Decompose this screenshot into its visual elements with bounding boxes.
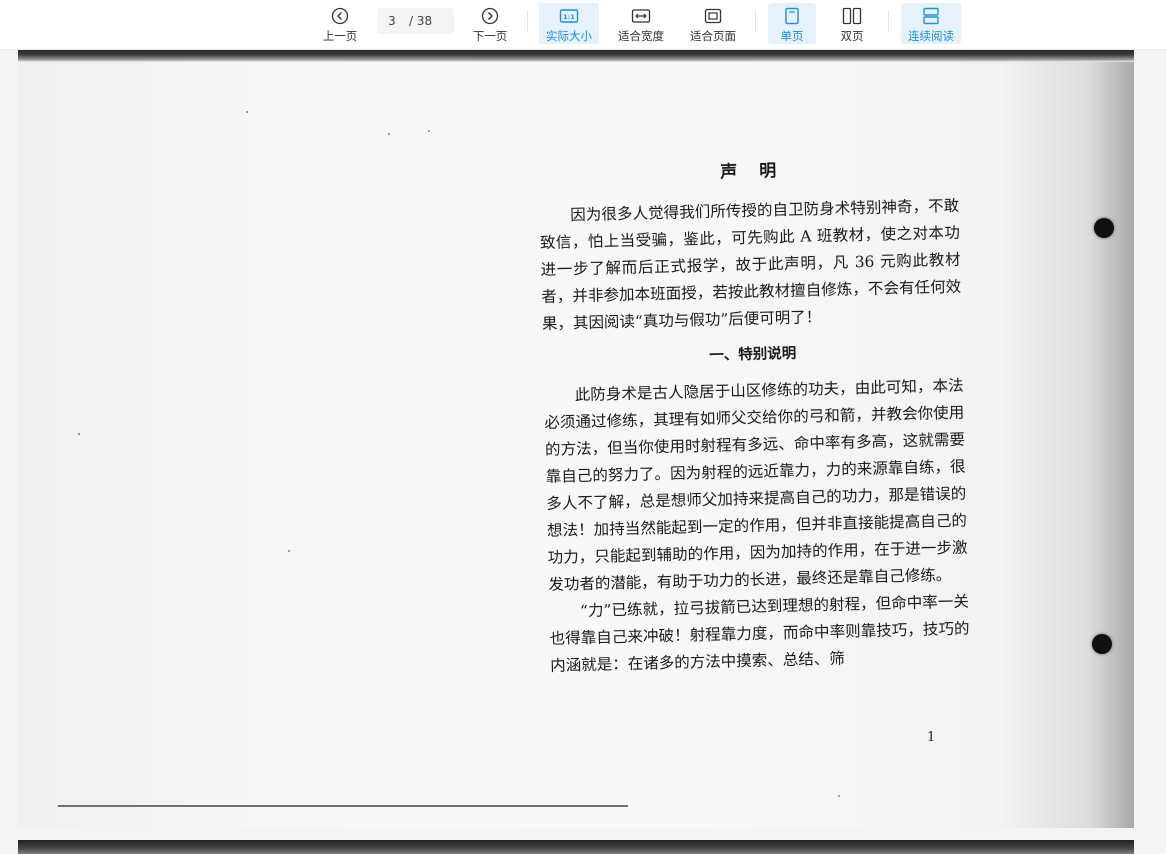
scan-shadow-top <box>18 50 1134 62</box>
section-paragraph: 此防身术是古人隐居于山区修练的功夫，由此可知，本法必须通过修练，其理有如师父交给… <box>544 376 968 594</box>
actual-size-icon: 1:1 <box>558 5 580 27</box>
double-page-icon <box>841 5 863 27</box>
prev-page-button[interactable]: 上一页 <box>318 3 362 44</box>
section-heading: 一、特别说明 <box>709 344 797 364</box>
scan-speck <box>78 433 80 435</box>
toolbar-divider <box>888 10 889 32</box>
next-page-label: 下一页 <box>472 29 508 43</box>
scan-edge-line <box>58 805 628 807</box>
scan-speck <box>388 133 390 135</box>
scan-speck <box>838 795 840 797</box>
total-pages: / 38 <box>409 14 433 28</box>
fit-page-icon <box>702 5 724 27</box>
scan-speck <box>428 130 430 132</box>
fit-page-label: 适合页面 <box>690 29 736 43</box>
continuous-reading-label: 连续阅读 <box>908 29 954 43</box>
single-page-icon <box>781 5 803 27</box>
next-scanned-page <box>18 840 1134 854</box>
chevron-left-circle-icon <box>329 5 351 27</box>
next-page-button[interactable]: 下一页 <box>468 3 512 44</box>
toolbar-divider <box>527 10 528 32</box>
binding-hole <box>1094 218 1114 238</box>
prev-page-label: 上一页 <box>322 29 358 43</box>
fit-page-button[interactable]: 适合页面 <box>684 3 742 44</box>
double-page-label: 双页 <box>840 29 864 43</box>
single-page-button[interactable]: 单页 <box>768 3 816 44</box>
continuous-scroll-icon <box>920 5 942 27</box>
toolbar-divider <box>755 10 756 32</box>
page-number-input[interactable] <box>377 14 407 28</box>
actual-size-button[interactable]: 1:1 实际大小 <box>539 3 599 44</box>
page-number: 1 <box>927 730 936 745</box>
page-indicator: / 38 <box>377 8 454 34</box>
section-paragraph: “力”已练就，拉弓拔箭已达到理想的射程，但命中率一关也得靠自己来冲破！射程靠力度… <box>549 592 970 675</box>
viewer-toolbar: 上一页 / 38 下一页 1:1 实际大小 适合宽度 适合页面 单页 <box>0 0 1166 50</box>
fit-width-icon <box>630 5 652 27</box>
document-viewer[interactable]: 声明 因为很多人觉得我们所传授的自卫防身术特别神奇，不敢致信，怕上当受骗，鉴此，… <box>0 50 1166 854</box>
actual-size-label: 实际大小 <box>546 29 592 43</box>
page-text: 声明 因为很多人觉得我们所传授的自卫防身术特别神奇，不敢致信，怕上当受骗，鉴此，… <box>538 152 971 680</box>
scan-speck <box>246 111 248 113</box>
fit-width-label: 适合宽度 <box>618 29 664 43</box>
continuous-reading-button[interactable]: 连续阅读 <box>901 3 961 44</box>
single-page-label: 单页 <box>780 29 804 43</box>
intro-paragraph: 因为很多人觉得我们所传授的自卫防身术特别神奇，不敢致信，怕上当受骗，鉴此，可先购… <box>539 196 962 333</box>
binding-hole <box>1092 634 1112 654</box>
chevron-right-circle-icon <box>479 5 501 27</box>
fit-width-button[interactable]: 适合宽度 <box>612 3 670 44</box>
scan-speck <box>288 550 290 552</box>
svg-text:1:1: 1:1 <box>563 13 575 21</box>
double-page-button[interactable]: 双页 <box>830 3 874 44</box>
